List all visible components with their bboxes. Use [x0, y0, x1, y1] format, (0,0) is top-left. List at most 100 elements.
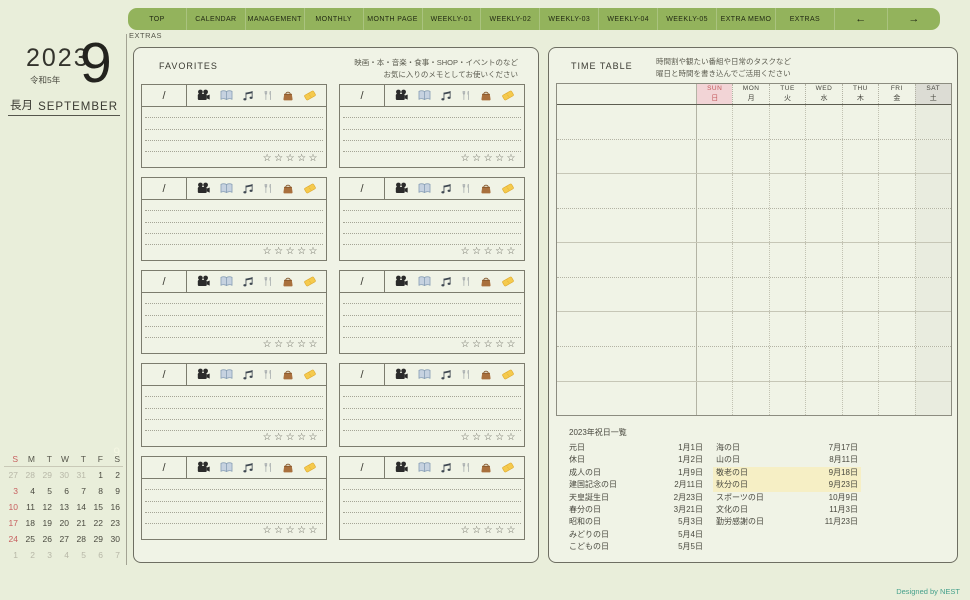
mini-calendar-day[interactable]: 23	[106, 515, 123, 531]
mini-calendar-day[interactable]: 3	[4, 483, 21, 499]
timetable-cell[interactable]	[805, 277, 841, 312]
mini-calendar-day[interactable]: 27	[55, 531, 72, 547]
timetable-cell[interactable]	[768, 208, 805, 243]
timetable-cell[interactable]	[841, 346, 878, 381]
timetable-cell[interactable]	[841, 381, 878, 416]
note-line[interactable]	[145, 502, 323, 513]
mini-calendar-day[interactable]: 14	[72, 499, 89, 515]
mini-calendar-day[interactable]: 1	[89, 467, 106, 483]
note-line[interactable]	[145, 293, 323, 305]
timetable-cell[interactable]	[805, 243, 841, 277]
timetable-cell[interactable]	[878, 381, 914, 416]
date-field[interactable]: /	[340, 457, 385, 478]
timetable-cell[interactable]	[841, 139, 878, 174]
timetable-cell[interactable]	[841, 105, 878, 139]
mini-calendar-day[interactable]: 25	[21, 531, 38, 547]
note-line[interactable]	[343, 223, 521, 234]
tab-extra-memo[interactable]: EXTRA MEMO	[716, 8, 775, 30]
mini-calendar-day[interactable]: 8	[89, 483, 106, 499]
timetable-cell[interactable]	[914, 174, 951, 208]
note-line[interactable]	[343, 397, 521, 409]
date-field[interactable]: /	[142, 271, 187, 292]
tab-top[interactable]: TOP	[128, 8, 186, 30]
timetable-time-cell[interactable]	[557, 278, 696, 312]
mini-calendar-day[interactable]: 7	[106, 547, 123, 563]
note-line[interactable]	[343, 130, 521, 141]
mini-calendar-day[interactable]: 28	[72, 531, 89, 547]
timetable-cell[interactable]	[732, 346, 768, 381]
tab-calendar[interactable]: CALENDAR	[185, 8, 245, 30]
date-field[interactable]: /	[142, 178, 187, 199]
mini-calendar-day[interactable]: 21	[72, 515, 89, 531]
timetable-cell[interactable]	[696, 208, 732, 243]
mini-calendar-day[interactable]: 9	[106, 483, 123, 499]
date-field[interactable]: /	[340, 364, 385, 385]
mini-calendar-day[interactable]: 4	[21, 483, 38, 499]
mini-calendar-day[interactable]: 6	[55, 483, 72, 499]
timetable-time-cell[interactable]	[557, 243, 696, 277]
note-line[interactable]	[145, 200, 323, 212]
date-field[interactable]: /	[340, 85, 385, 106]
timetable-cell[interactable]	[768, 139, 805, 174]
timetable-cell[interactable]	[732, 243, 768, 277]
mini-calendar-day[interactable]: 29	[89, 531, 106, 547]
timetable-cell[interactable]	[696, 105, 732, 139]
timetable-cell[interactable]	[696, 312, 732, 346]
timetable-time-cell[interactable]	[557, 312, 696, 346]
date-field[interactable]: /	[142, 457, 187, 478]
mini-calendar-day[interactable]: 30	[106, 531, 123, 547]
timetable-cell[interactable]	[768, 243, 805, 277]
note-line[interactable]	[145, 211, 323, 223]
mini-calendar-day[interactable]: 16	[106, 499, 123, 515]
mini-calendar-day[interactable]: 26	[38, 531, 55, 547]
mini-calendar-day[interactable]: 4	[55, 547, 72, 563]
rating-stars[interactable]: ☆☆☆☆☆	[142, 431, 326, 446]
timetable-time-cell[interactable]	[557, 105, 696, 139]
tab-month-page[interactable]: MONTH PAGE	[362, 8, 422, 30]
tab-extras[interactable]: EXTRAS	[774, 8, 834, 30]
mini-calendar-day[interactable]: 11	[21, 499, 38, 515]
note-line[interactable]	[145, 409, 323, 420]
note-line[interactable]	[343, 141, 521, 152]
timetable-cell[interactable]	[732, 381, 768, 416]
mini-calendar-day[interactable]: 12	[38, 499, 55, 515]
note-line[interactable]	[343, 420, 521, 431]
note-line[interactable]	[145, 479, 323, 491]
tab-monthly[interactable]: MONTHLY	[303, 8, 363, 30]
mini-calendar-day[interactable]: 1	[4, 547, 21, 563]
rating-stars[interactable]: ☆☆☆☆☆	[340, 524, 524, 539]
tab-weekly-04[interactable]: WEEKLY-04	[598, 8, 657, 30]
note-line[interactable]	[343, 200, 521, 212]
rating-stars[interactable]: ☆☆☆☆☆	[142, 338, 326, 353]
mini-calendar-day[interactable]: 17	[4, 515, 21, 531]
date-field[interactable]: /	[340, 271, 385, 292]
note-line[interactable]	[145, 118, 323, 130]
timetable-time-cell[interactable]	[557, 174, 696, 208]
timetable-time-cell[interactable]	[557, 382, 696, 416]
note-line[interactable]	[145, 420, 323, 431]
mini-calendar-day[interactable]: 22	[89, 515, 106, 531]
mini-calendar-day[interactable]: 15	[89, 499, 106, 515]
mini-calendar-day[interactable]: 13	[55, 499, 72, 515]
timetable-cell[interactable]	[732, 174, 768, 208]
timetable-cell[interactable]	[841, 208, 878, 243]
timetable-cell[interactable]	[696, 381, 732, 416]
tab-weekly-02[interactable]: WEEKLY-02	[480, 8, 539, 30]
note-line[interactable]	[343, 211, 521, 223]
mini-calendar-day[interactable]: 29	[38, 467, 55, 483]
note-line[interactable]	[343, 479, 521, 491]
note-line[interactable]	[145, 223, 323, 234]
note-line[interactable]	[343, 293, 521, 305]
mini-calendar-day[interactable]: 31	[72, 467, 89, 483]
timetable-time-cell[interactable]	[557, 140, 696, 174]
note-line[interactable]	[343, 490, 521, 502]
rating-stars[interactable]: ☆☆☆☆☆	[142, 152, 326, 167]
rating-stars[interactable]: ☆☆☆☆☆	[142, 524, 326, 539]
mini-calendar-day[interactable]: 28	[21, 467, 38, 483]
note-line[interactable]	[343, 304, 521, 316]
tab-weekly-03[interactable]: WEEKLY-03	[539, 8, 598, 30]
mini-calendar-day[interactable]: 30	[55, 467, 72, 483]
tab-weekly-05[interactable]: WEEKLY-05	[657, 8, 716, 30]
timetable-cell[interactable]	[841, 312, 878, 346]
timetable-cell[interactable]	[841, 243, 878, 277]
